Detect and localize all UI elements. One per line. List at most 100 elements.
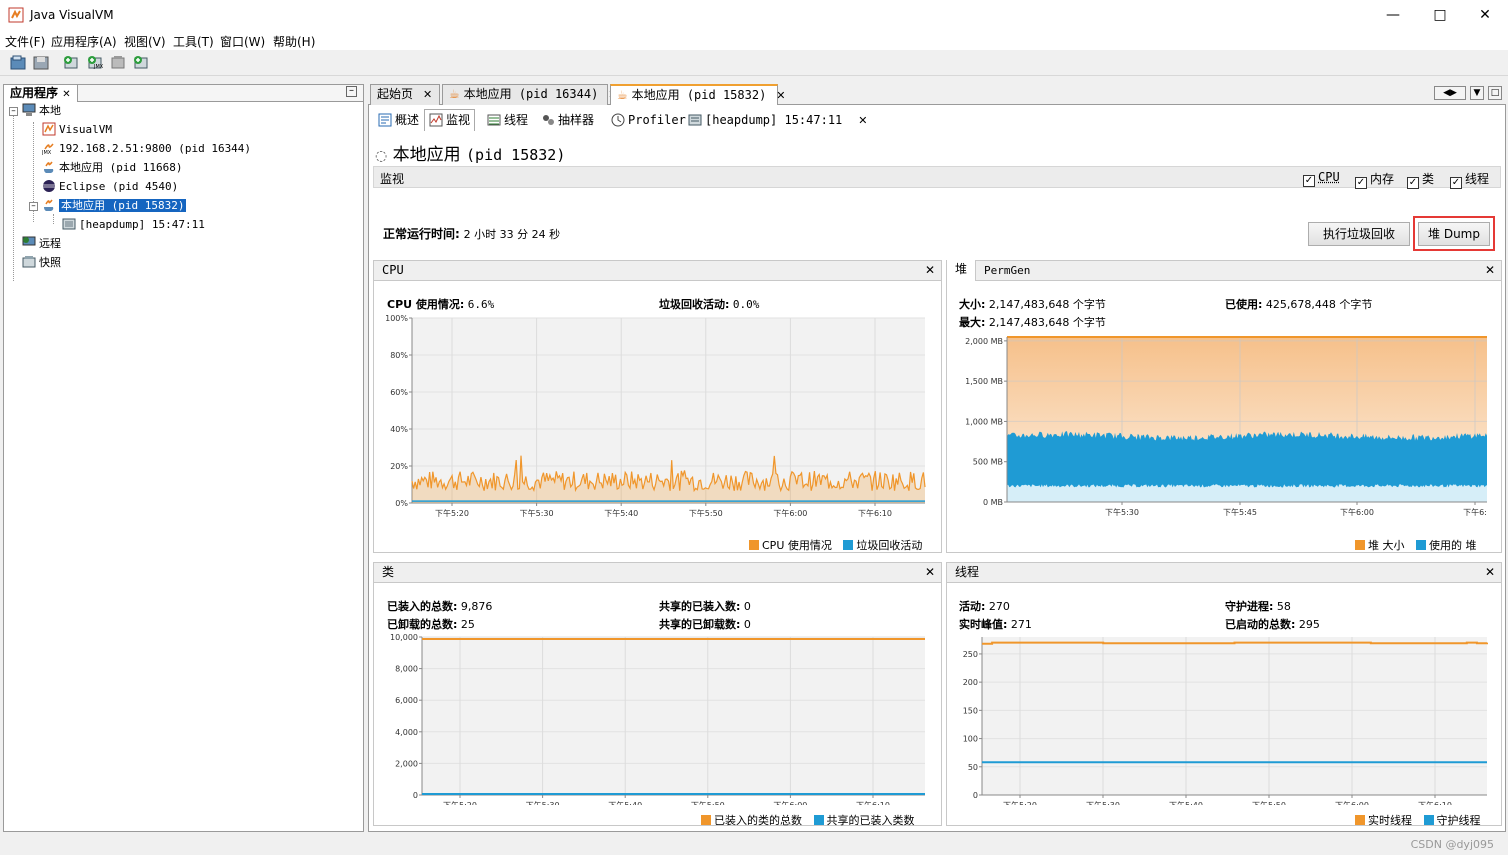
checkbox-classes[interactable]: ✓ 类 <box>1407 170 1434 189</box>
classes-panel-header: 类 ✕ <box>374 563 941 583</box>
tree-item-remote-app[interactable]: JMX 192.168.2.51:9800 (pid 16344) <box>42 141 251 157</box>
plot-area <box>422 637 925 795</box>
menu-applications[interactable]: 应用程序(A) <box>51 33 117 50</box>
menu-help[interactable]: 帮助(H) <box>273 33 315 50</box>
legend-item: CPU 使用情况 <box>749 539 832 552</box>
perform-gc-button[interactable]: 执行垃圾回收 <box>1308 222 1410 246</box>
tree-item-heapdump[interactable]: [heapdump] 15:47:11 <box>62 217 205 233</box>
x-tick-label: 下午6:10 <box>858 508 892 518</box>
svg-text:JMX: JMX <box>42 150 52 155</box>
tab-local-app-15832[interactable]: ☕ 本地应用 (pid 15832) ✕ <box>610 84 786 105</box>
y-tick-label: 1,000 MB <box>965 417 1003 426</box>
x-tick-label: 下午5:50 <box>691 800 725 805</box>
legend-item: 共享的已装入类数 <box>813 814 915 827</box>
java-icon: ☕ <box>617 88 628 102</box>
y-tick-label: 0 <box>973 791 978 800</box>
tab-heapdump[interactable]: [heapdump] 15:47:11 ✕ <box>683 109 873 131</box>
add-remote-host-icon[interactable]: JMX <box>86 54 104 72</box>
maximize-editor-icon[interactable]: □ <box>1488 86 1502 100</box>
close-panel-icon[interactable]: ✕ <box>925 563 935 582</box>
maximize-button[interactable]: □ <box>1417 0 1463 30</box>
tab-sampler[interactable]: 抽样器 <box>536 109 599 131</box>
tab-local-app-16344[interactable]: ☕ 本地应用 (pid 16344)✕ <box>442 84 618 105</box>
x-tick-label: 下午5:40 <box>1169 800 1203 805</box>
tab-monitor[interactable]: 监视 <box>424 109 476 131</box>
tab-overview[interactable]: 概述 <box>373 109 424 131</box>
y-tick-label: 0 <box>413 791 418 800</box>
svg-text:JMX: JMX <box>93 64 104 70</box>
x-tick-label: 下午5:20 <box>443 800 477 805</box>
add-jmx-connection-icon[interactable] <box>62 54 80 72</box>
x-tick-label: 下午5:40 <box>604 508 638 518</box>
tree-item-eclipse[interactable]: Eclipse (pid 4540) <box>42 179 178 195</box>
open-snapshot-icon[interactable] <box>9 54 27 72</box>
tree-item-remote[interactable]: 远程 <box>22 236 61 252</box>
menu-tools[interactable]: 工具(T) <box>173 33 214 50</box>
close-tab-icon[interactable]: ✕ <box>423 88 432 101</box>
tab-start-page[interactable]: 起始页 ✕ <box>370 84 440 105</box>
tree-item-local-app-11668[interactable]: 本地应用 (pid 11668) <box>42 160 182 176</box>
daemon-threads-stat: 守护进程: 58 <box>1225 600 1291 613</box>
menu-view[interactable]: 视图(V) <box>124 33 166 50</box>
tree-item-snapshots[interactable]: 快照 <box>22 255 61 271</box>
tab-heap[interactable]: 堆 <box>947 260 977 281</box>
legend-item: 已装入的类的总数 <box>701 814 802 827</box>
heap-used-stat: 已使用: 425,678,448 个字节 <box>1225 298 1373 311</box>
y-tick-label: 2,000 MB <box>965 337 1003 346</box>
x-tick-label: 下午5:30 <box>520 508 554 518</box>
menu-file[interactable]: 文件(F) <box>5 33 45 50</box>
close-tab-icon[interactable]: ✕ <box>858 114 867 127</box>
checkbox-threads[interactable]: ✓ 线程 <box>1450 170 1489 189</box>
remote-hosts-icon <box>22 236 36 246</box>
tab-list-dropdown-icon[interactable]: ▼ <box>1470 86 1484 100</box>
checkbox-checked-icon: ✓ <box>1407 177 1419 189</box>
overview-icon <box>378 113 392 127</box>
x-tick-label: 下午5:20 <box>435 508 469 518</box>
close-panel-icon[interactable]: ✕ <box>1485 563 1495 582</box>
heap-dump-button[interactable]: 堆 Dump <box>1418 222 1490 246</box>
gc-activity-stat: 垃圾回收活动: 0.0% <box>659 298 760 311</box>
heap-size-stat: 大小: 2,147,483,648 个字节 <box>959 298 1106 311</box>
heap-panel-header: 堆 PermGen ✕ <box>947 260 1501 281</box>
monitor-icon <box>429 113 443 127</box>
tree-item-local[interactable]: 本地 <box>22 103 61 119</box>
x-tick-label: 下午6:10 <box>856 800 890 805</box>
expand-local-icon[interactable]: – <box>9 107 18 116</box>
tree-connector <box>53 214 54 224</box>
add-snapshot-icon[interactable] <box>132 54 150 72</box>
window-title: Java VisualVM <box>30 8 114 22</box>
x-tick-label: 下午6:00 <box>773 508 807 518</box>
java-icon: ☕ <box>449 87 460 101</box>
applications-tab[interactable]: 应用程序 ✕ <box>4 85 78 102</box>
live-threads-stat: 活动: 270 <box>959 600 1010 613</box>
menu-window[interactable]: 窗口(W) <box>220 33 265 50</box>
close-panel-icon[interactable]: ✕ <box>1485 261 1495 280</box>
minimize-panel-icon[interactable]: – <box>346 86 357 97</box>
close-tab-icon[interactable]: ✕ <box>776 89 785 102</box>
close-window-button[interactable]: ✕ <box>1462 0 1508 30</box>
tree-item-local-app-15832[interactable]: 本地应用 (pid 15832) <box>42 198 187 214</box>
tab-threads[interactable]: 线程 <box>482 109 533 131</box>
minimize-button[interactable]: — <box>1370 0 1416 30</box>
uptime: 正常运行时间: 2 小时 33 分 24 秒 <box>383 227 561 241</box>
expand-local-app-icon[interactable]: – <box>29 202 38 211</box>
close-panel-icon[interactable]: ✕ <box>925 261 935 280</box>
tab-profiler[interactable]: Profiler <box>606 109 691 131</box>
monitor-content: 概述 监视 线程 抽样器 Profiler [heapdump] 15:47:1… <box>368 105 1506 832</box>
computer-icon <box>22 103 36 116</box>
cpu-legend: CPU 使用情况 垃圾回收活动 <box>749 537 922 553</box>
java-jmx-icon: JMX <box>42 143 54 155</box>
checkbox-memory[interactable]: ✓ 内存 <box>1355 170 1394 189</box>
loading-spinner-icon: ◌ <box>375 148 388 164</box>
x-tick-label: 下午5:30 <box>526 800 560 805</box>
tab-permgen[interactable]: PermGen <box>984 261 1030 280</box>
shared-loaded-stat: 共享的已装入数: 0 <box>659 600 751 613</box>
live-threads-line <box>982 641 1488 645</box>
x-tick-label: 下午6:10 <box>1418 800 1452 805</box>
scroll-tabs-icon[interactable]: ◀▶ <box>1434 86 1466 100</box>
tree-item-visualvm[interactable]: VisualVM <box>42 122 112 138</box>
add-vm-coredump-icon[interactable] <box>109 54 127 72</box>
close-tab-icon[interactable]: ✕ <box>62 89 70 100</box>
save-icon[interactable] <box>32 54 50 72</box>
checkbox-cpu[interactable]: ✓ CPU <box>1303 170 1340 187</box>
